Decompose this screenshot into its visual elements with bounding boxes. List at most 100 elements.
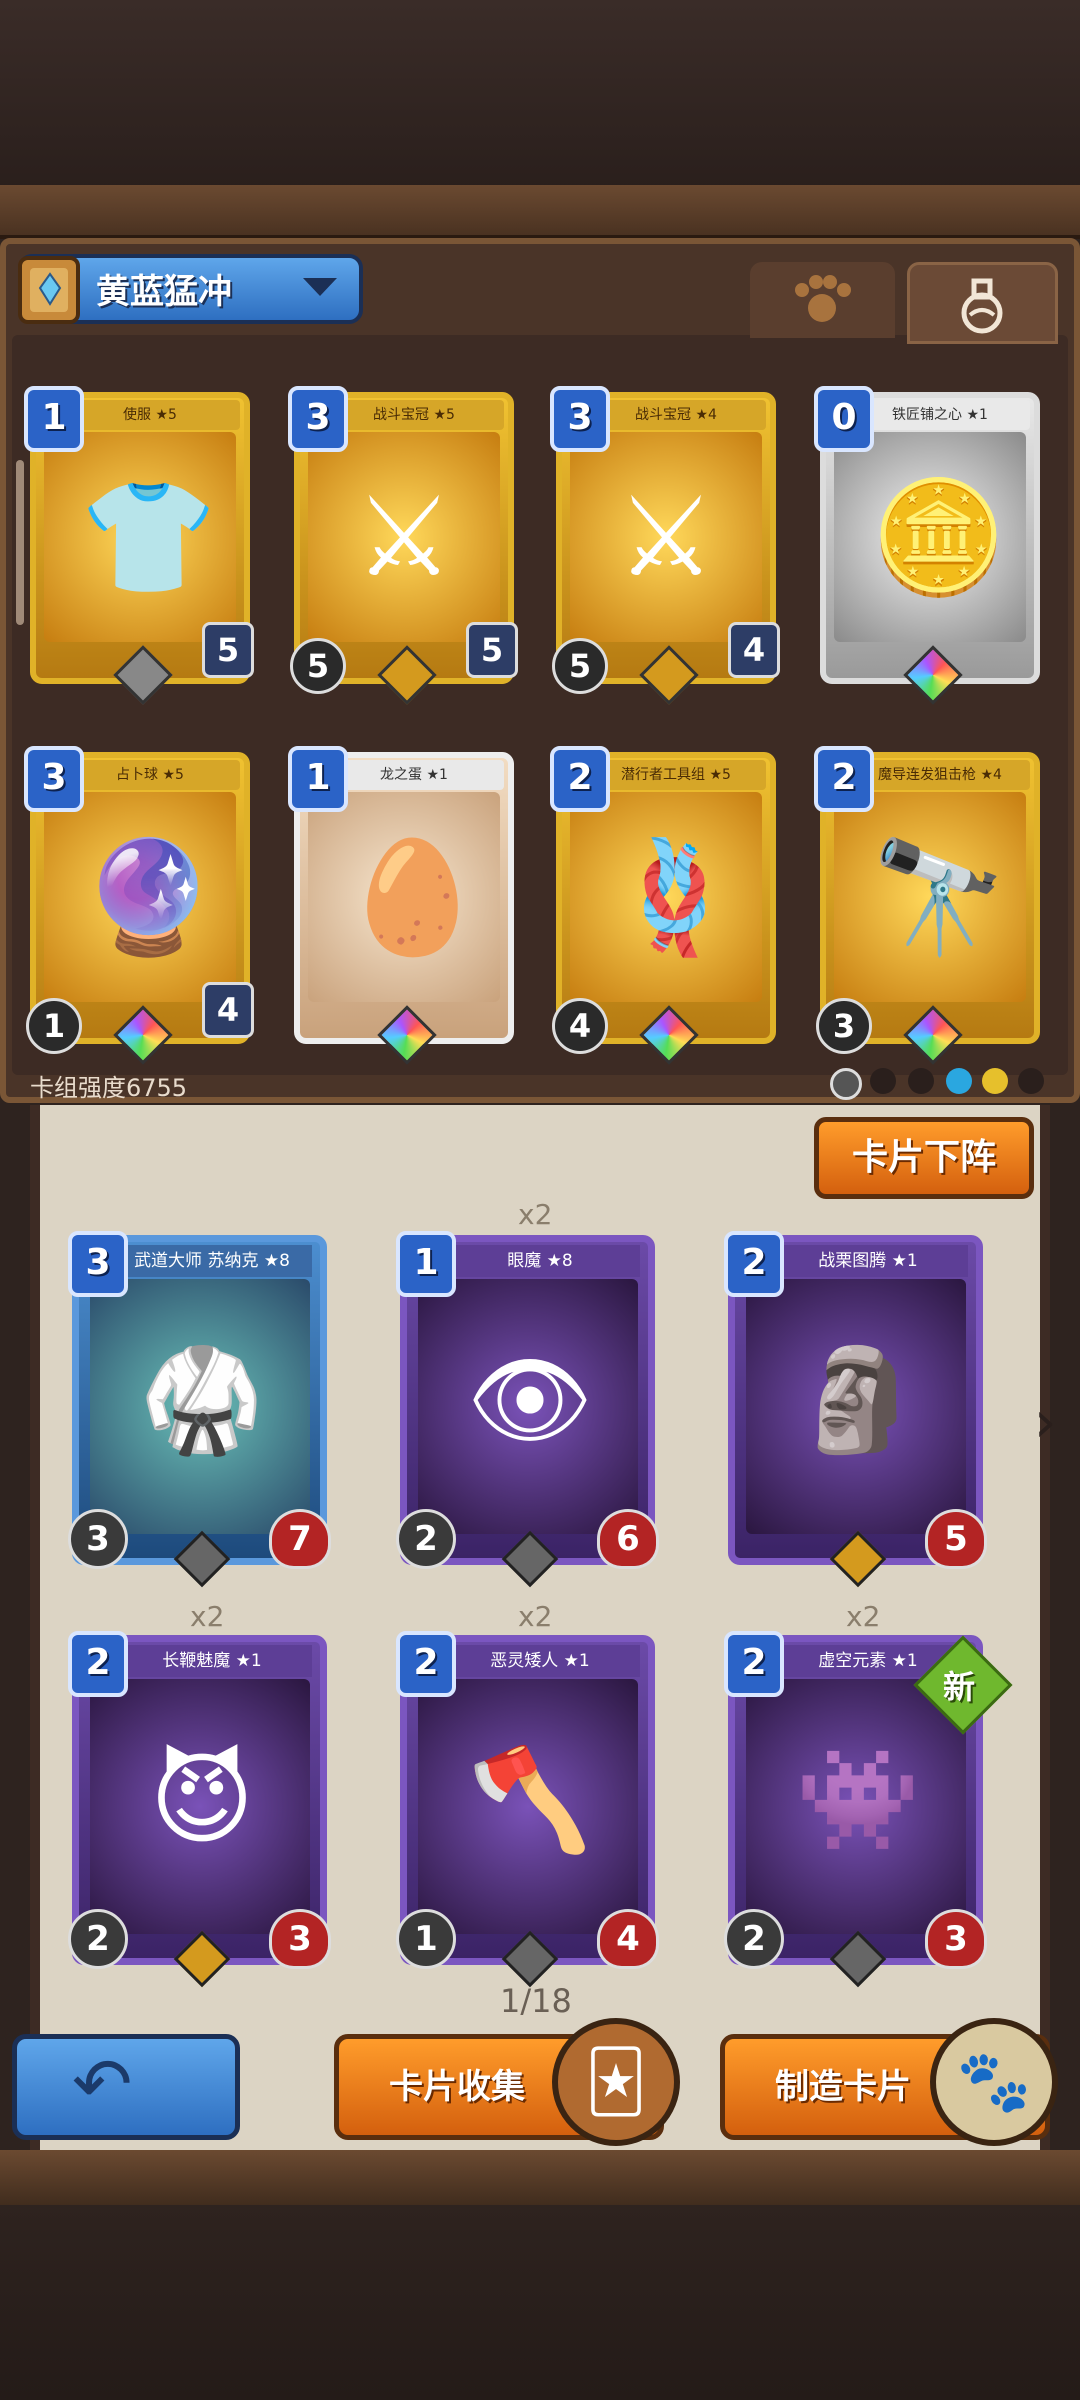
card-cost: 2 <box>550 746 610 812</box>
deck-strength: 卡组强度6755 <box>30 1074 188 1102</box>
water-element-icon[interactable] <box>946 1068 972 1094</box>
card-name: 战斗宝冠 ★5 <box>324 400 504 430</box>
card-attack: 2 <box>68 1909 128 1969</box>
top-background <box>0 0 1080 190</box>
card-dice-value: 5 <box>290 638 346 694</box>
bottom-wood-trim <box>0 2150 1080 2210</box>
card-name: 龙之蛋 ★1 <box>324 760 504 790</box>
card-name: 魔导连发狙击枪 ★4 <box>850 760 1030 790</box>
top-wood-trim <box>0 185 1080 239</box>
new-badge-label: 新 <box>943 1668 976 1706</box>
sniper-rifle-icon: 🔭 <box>870 833 1007 961</box>
card-name: 潜行者工具组 ★5 <box>586 760 766 790</box>
deck-card[interactable]: 🪢 潜行者工具组 ★5 2 4 <box>550 746 776 1065</box>
next-page-icon[interactable]: › <box>1034 1390 1056 1455</box>
deck-card[interactable]: 🔮 占卜球 ★5 3 1 4 <box>24 746 254 1065</box>
card-count: x2 <box>846 1600 881 1633</box>
totem-art-icon: 🗿 <box>795 1341 921 1458</box>
element-filter-icon[interactable] <box>908 1068 934 1094</box>
card-name: 铁匠铺之心 ★1 <box>850 400 1030 430</box>
deck-card[interactable]: 🥚 龙之蛋 ★1 1 <box>288 746 514 1065</box>
collection-card[interactable]: 🪓 恶灵矮人 ★1 2 1 4 <box>396 1631 659 1988</box>
card-cost: 1 <box>24 386 84 452</box>
card-cost: 3 <box>550 386 610 452</box>
card-name: 战斗宝冠 ★4 <box>586 400 766 430</box>
tab-paw[interactable] <box>750 262 895 338</box>
card-health: 3 <box>269 1909 331 1969</box>
card-name: 长鞭魅魔 ★1 <box>112 1645 312 1677</box>
whip-succubus-art-icon: 😈 <box>149 1741 255 1858</box>
card-count: x2 <box>190 1600 225 1633</box>
card-cost: 2 <box>396 1631 456 1697</box>
card-dice-value: 1 <box>26 998 82 1054</box>
collection-card[interactable]: 🥋 武道大师 苏纳克 ★8 3 3 7 <box>68 1231 331 1588</box>
card-count: x2 <box>518 1198 553 1231</box>
card-cost: 2 <box>68 1631 128 1697</box>
card-name: 使服 ★5 <box>60 400 240 430</box>
card-name: 武道大师 苏纳克 ★8 <box>112 1245 312 1277</box>
deck-card[interactable]: 🪙 铁匠铺之心 ★1 0 <box>814 386 1040 705</box>
card-health: 7 <box>269 1509 331 1569</box>
element-filter-icon[interactable] <box>1018 1068 1044 1094</box>
card-cost: 3 <box>288 386 348 452</box>
deck-card[interactable]: 🔭 魔导连发狙击枪 ★4 2 3 <box>814 746 1040 1065</box>
card-count: x2 <box>518 1600 553 1633</box>
tunic-icon: 👕 <box>80 473 217 601</box>
deck-book-icon <box>14 252 86 328</box>
chevron-down-icon[interactable] <box>303 278 337 296</box>
card-cost: 3 <box>68 1231 128 1297</box>
card-health: 6 <box>597 1509 659 1569</box>
ghost-dwarf-art-icon: 🪓 <box>467 1741 593 1858</box>
card-name: 战栗图腾 ★1 <box>768 1245 968 1277</box>
dragon-egg-icon: 🥚 <box>344 833 481 961</box>
card-dice-value: 3 <box>816 998 872 1054</box>
eye-demon-art-icon: 👁 <box>466 1341 594 1458</box>
crystal-ball-icon: 🔮 <box>80 833 217 961</box>
collection-card[interactable]: 👁 眼魔 ★8 1 2 6 <box>396 1231 659 1588</box>
card-durability: 5 <box>202 622 254 678</box>
deck-card[interactable]: 👕 使服 ★5 1 5 <box>24 386 254 705</box>
element-filter-icon[interactable] <box>870 1068 896 1094</box>
remove-card-button[interactable]: 卡片下阵 <box>814 1117 1034 1199</box>
card-collection-label: 卡片收集 <box>389 2067 525 2107</box>
card-cost: 2 <box>724 1631 784 1697</box>
card-attack: 2 <box>396 1509 456 1569</box>
battle-crown-icon: ⚔ <box>354 473 454 601</box>
card-attack: 2 <box>724 1909 784 1969</box>
paw-jar-icon[interactable]: 🐾 <box>930 2018 1058 2146</box>
card-cost: 1 <box>288 746 348 812</box>
gold-element-icon[interactable] <box>982 1068 1008 1094</box>
card-dice-value: 4 <box>552 998 608 1054</box>
card-durability: 4 <box>728 622 780 678</box>
card-health: 4 <box>597 1909 659 1969</box>
card-pack-icon[interactable]: 🃏 <box>552 2018 680 2146</box>
card-cost: 0 <box>814 386 874 452</box>
martial-master-art-icon: 🥋 <box>139 1341 265 1458</box>
battle-crown-icon: ⚔ <box>616 473 716 601</box>
card-cost: 1 <box>396 1231 456 1297</box>
card-health: 5 <box>925 1509 987 1569</box>
back-arrow-icon: ↶ <box>72 2042 133 2126</box>
card-name: 眼魔 ★8 <box>440 1245 640 1277</box>
card-attack: 1 <box>396 1909 456 1969</box>
collection-card[interactable]: 🗿 战栗图腾 ★1 2 5 <box>724 1231 987 1588</box>
card-durability: 4 <box>202 982 254 1038</box>
neutral-element-icon[interactable] <box>830 1068 862 1100</box>
card-durability: 5 <box>466 622 518 678</box>
bottom-background <box>0 2205 1080 2400</box>
card-cost: 3 <box>24 746 84 812</box>
craft-card-label: 制造卡片 <box>775 2067 911 2107</box>
void-elemental-art-icon: 👾 <box>795 1741 921 1858</box>
deck-scrollbar[interactable] <box>16 460 24 625</box>
card-name: 恶灵矮人 ★1 <box>440 1645 640 1677</box>
card-dice-value: 5 <box>552 638 608 694</box>
deck-card[interactable]: ⚔ 战斗宝冠 ★5 3 5 5 <box>288 386 518 705</box>
deck-name: 黄蓝猛冲 <box>96 272 232 312</box>
card-health: 3 <box>925 1909 987 1969</box>
card-cost: 2 <box>724 1231 784 1297</box>
deck-card[interactable]: ⚔ 战斗宝冠 ★4 3 5 4 <box>550 386 780 705</box>
tab-potion[interactable] <box>907 262 1058 344</box>
page-indicator: 1/18 <box>500 1982 572 2020</box>
collection-card[interactable]: 😈 长鞭魅魔 ★1 2 2 3 <box>68 1631 331 1988</box>
card-cost: 2 <box>814 746 874 812</box>
